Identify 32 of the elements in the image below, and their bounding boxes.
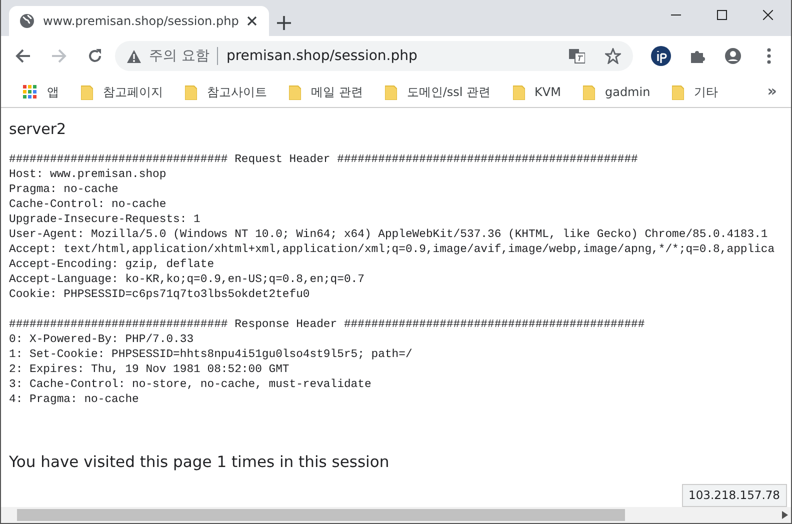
visit-count-text: You have visited this page 1 times in this session [9,452,390,472]
header-line: 1: Set-Cookie: PHPSESSID=hhts8npu4i51gu0lso4st9l5r5; path=/ [9,348,414,362]
header-line: Host: www.premisan.shop [9,168,168,182]
bookmark-item[interactable]: 기타 [662,78,728,106]
bookmark-item[interactable]: 참고사이트 [175,78,277,106]
header-line: 2: Expires: Thu, 19 Nov 1981 08:52:00 GMT [9,362,290,378]
header-line: Cookie: PHPSESSID=c6ps71q7to3lbs5okdet2tefu0 [9,288,311,302]
header-section-title: ################################ Request Header ############################################ [9,152,639,168]
browser-tab[interactable]: www.premisan.shop/session.php [9,6,269,36]
header-line: Upgrade-Insecure-Requests: 1 [9,212,202,228]
bookmark-item[interactable]: 참고페이지 [71,78,173,106]
page-heading: server2 [9,119,68,140]
bookmarks-overflow-button[interactable]: » [761,79,783,104]
bookmark-item[interactable]: 도메인/ssl 관련 [374,78,501,106]
header-section-title: ################################ Response Header ############################################ [9,318,646,332]
header-line: 3: Cache-Control: no-store, no-cache, must-revalidate [9,378,372,392]
header-line: Accept: text/html,application/xhtml+xml,application/xml;q=0.9,image/avif,image/webp,image/apng,*/*;q=0.8,applica [9,242,776,258]
security-label[interactable]: 주의 요함 [149,46,210,66]
bookmark-item[interactable]: KVM [502,78,571,106]
header-line: 4: Pragma: no-cache [9,392,140,408]
header-line: User-Agent: Mozilla/5.0 (Windows NT 10.0; Win64; x64) AppleWebKit/537.36 (KHTML, like Gecko) Chrome/85.0.4183.1 [9,228,769,242]
header-line: Cache-Control: no-cache [9,198,168,212]
header-line: Accept-Language: ko-KR,ko;q=0.9,en-US;q=0.8,en;q=0.7 [9,272,366,288]
bookmark-item[interactable]: 앱 [13,78,69,106]
header-line: Pragma: no-cache [9,182,120,198]
header-line: Accept-Encoding: gzip, deflate [9,258,216,272]
header-line: 0: X-Powered-By: PHP/7.0.33 [9,332,195,348]
status-bubble: 103.218.157.78 [682,484,787,507]
bookmark-item[interactable]: 메일 관련 [279,78,373,106]
tab-title: www.premisan.shop/session.php [43,13,239,30]
bookmark-item[interactable]: gadmin [572,78,660,106]
address-url[interactable]: premisan.shop/session.php [226,46,561,66]
